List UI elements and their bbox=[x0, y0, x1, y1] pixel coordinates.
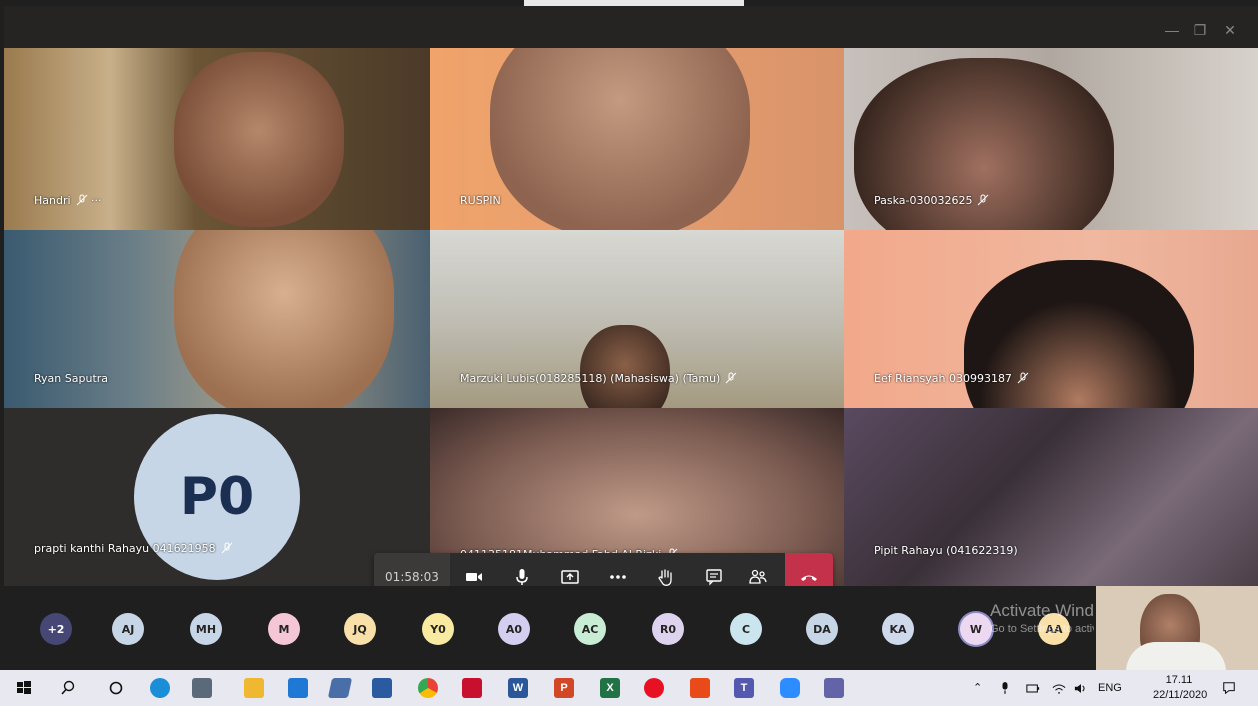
video-tile-paska[interactable]: Paska-030032625 bbox=[844, 48, 1258, 230]
participant-name: Eef Riansyah 030993187 bbox=[874, 372, 1029, 385]
wifi-icon[interactable] bbox=[1052, 670, 1066, 706]
app-icon[interactable] bbox=[462, 678, 482, 698]
participants-icon bbox=[749, 569, 767, 584]
camera-icon bbox=[466, 573, 482, 581]
participant-video bbox=[490, 48, 750, 230]
participant-avatar[interactable]: AJ bbox=[112, 613, 144, 645]
maximize-button[interactable]: ❐ bbox=[1190, 22, 1210, 38]
video-tile-marzuki[interactable]: Marzuki Lubis(018285118) (Mahasiswa) (Ta… bbox=[430, 230, 844, 408]
participant-avatar-speaking[interactable]: W bbox=[960, 613, 992, 645]
clock-date: 22/11/2020 bbox=[1153, 689, 1208, 701]
clock[interactable]: 17.11 22/11/2020 bbox=[1153, 673, 1208, 703]
app-icon[interactable] bbox=[192, 678, 212, 698]
video-tile-prapti[interactable]: P0 prapti kanthi Rahayu 041621958 bbox=[4, 408, 430, 586]
mic-off-icon bbox=[221, 542, 233, 554]
more-icon bbox=[610, 575, 626, 579]
microphone-icon bbox=[516, 569, 528, 585]
clock-time: 17.11 bbox=[1165, 674, 1193, 686]
participant-name: prapti kanthi Rahayu 041621958 bbox=[34, 542, 233, 555]
mic-off-icon bbox=[725, 372, 737, 384]
app-icon[interactable] bbox=[824, 678, 844, 698]
close-button[interactable]: ✕ bbox=[1220, 22, 1240, 38]
microphone-tray-icon[interactable] bbox=[1000, 670, 1010, 706]
chrome-icon[interactable] bbox=[418, 678, 438, 698]
video-tile-ruspin[interactable]: RUSPIN bbox=[430, 48, 844, 230]
store-icon[interactable] bbox=[372, 678, 392, 698]
file-explorer-icon[interactable] bbox=[244, 678, 264, 698]
windows-taskbar: W P X T ⌃ ENG 17.11 22/11/2020 bbox=[0, 670, 1258, 706]
chat-icon bbox=[706, 569, 722, 586]
participant-avatar: P0 bbox=[134, 414, 300, 580]
edge-icon[interactable] bbox=[150, 678, 170, 698]
self-view-video[interactable] bbox=[1094, 586, 1258, 672]
title-bar: — ❐ ✕ bbox=[4, 6, 1258, 48]
mic-off-icon bbox=[977, 194, 989, 206]
more-icon[interactable]: ··· bbox=[91, 194, 102, 207]
video-tile-handri[interactable]: Handri ··· bbox=[4, 48, 430, 230]
participant-name: Pipit Rahayu (041622319) bbox=[874, 544, 1018, 557]
participant-avatar[interactable]: JQ bbox=[344, 613, 376, 645]
participant-strip: +2 AJ MH M JQ Y0 A0 AC R0 C DA KA W AA A… bbox=[4, 586, 1258, 672]
mic-off-icon bbox=[1017, 372, 1029, 384]
teams-window: — ❐ ✕ Handri ··· RUSPIN Paska-030032625 … bbox=[4, 0, 1258, 672]
participant-avatar[interactable]: A0 bbox=[498, 613, 530, 645]
app-icon[interactable] bbox=[690, 678, 710, 698]
participant-name: Handri ··· bbox=[34, 194, 102, 207]
video-grid: Handri ··· RUSPIN Paska-030032625 Ryan S… bbox=[4, 48, 1258, 601]
participant-avatar[interactable]: MH bbox=[190, 613, 222, 645]
zoom-icon[interactable] bbox=[780, 678, 800, 698]
participant-video bbox=[580, 325, 670, 408]
video-tile-pipit[interactable]: Pipit Rahayu (041622319) bbox=[844, 408, 1258, 586]
hand-icon bbox=[658, 569, 672, 586]
battery-icon[interactable] bbox=[1026, 670, 1040, 706]
media-player-icon[interactable] bbox=[644, 678, 664, 698]
notes-icon[interactable] bbox=[327, 678, 353, 698]
language-indicator[interactable]: ENG bbox=[1098, 670, 1122, 706]
participant-video bbox=[174, 52, 344, 227]
windows-start-icon[interactable] bbox=[14, 678, 34, 698]
mail-icon[interactable] bbox=[288, 678, 308, 698]
chevron-up-icon[interactable]: ⌃ bbox=[973, 670, 982, 706]
participant-video bbox=[174, 230, 394, 408]
search-icon[interactable] bbox=[58, 678, 78, 698]
mic-off-icon bbox=[76, 194, 88, 206]
overflow-participants-badge[interactable]: +2 bbox=[40, 613, 72, 645]
notifications-icon[interactable] bbox=[1222, 670, 1236, 706]
participant-name: Paska-030032625 bbox=[874, 194, 989, 207]
volume-icon[interactable] bbox=[1074, 670, 1088, 706]
participant-avatar[interactable]: AC bbox=[574, 613, 606, 645]
video-tile-ryan[interactable]: Ryan Saputra bbox=[4, 230, 430, 408]
cortana-icon[interactable] bbox=[106, 678, 126, 698]
participant-name: Marzuki Lubis(018285118) (Mahasiswa) (Ta… bbox=[460, 372, 737, 385]
word-icon[interactable]: W bbox=[508, 678, 528, 698]
participant-name: Ryan Saputra bbox=[34, 372, 109, 385]
teams-icon[interactable]: T bbox=[734, 678, 754, 698]
participant-avatar[interactable]: R0 bbox=[652, 613, 684, 645]
participant-name: RUSPIN bbox=[460, 194, 501, 207]
participant-avatar[interactable]: C bbox=[730, 613, 762, 645]
participant-video bbox=[964, 260, 1194, 408]
participant-avatar[interactable]: DA bbox=[806, 613, 838, 645]
minimize-button[interactable]: — bbox=[1162, 22, 1182, 38]
share-screen-icon bbox=[561, 570, 579, 584]
self-view-shirt bbox=[1126, 642, 1226, 672]
participant-avatar[interactable]: Y0 bbox=[422, 613, 454, 645]
video-tile-eef[interactable]: Eef Riansyah 030993187 bbox=[844, 230, 1258, 408]
participant-avatar[interactable]: KA bbox=[882, 613, 914, 645]
participant-avatar[interactable]: M bbox=[268, 613, 300, 645]
hang-up-icon bbox=[801, 575, 817, 581]
powerpoint-icon[interactable]: P bbox=[554, 678, 574, 698]
excel-icon[interactable]: X bbox=[600, 678, 620, 698]
video-feed bbox=[844, 408, 1258, 586]
